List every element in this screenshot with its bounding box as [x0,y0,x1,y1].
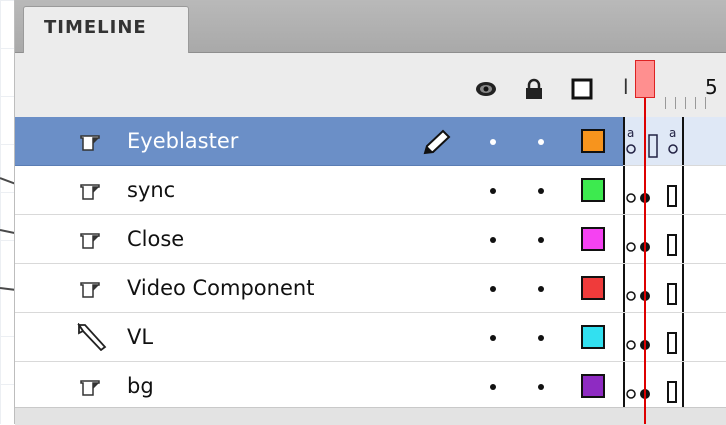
playhead-handle[interactable] [635,60,655,98]
pencil-icon [423,129,451,155]
layer-icon [80,380,100,396]
layer-color-swatch[interactable] [581,276,605,300]
frame-row[interactable] [623,215,726,264]
keyframe-markers [623,313,684,361]
layer-color-swatch[interactable] [581,178,605,202]
frame-number-1: l [623,75,629,99]
lock-dot[interactable] [538,335,544,341]
layer-list: Eyeblaster sync Close Video Component VL… [15,117,625,411]
visibility-dot[interactable] [490,237,496,243]
layer-header: l 5 [15,53,726,117]
playhead-line [644,98,646,424]
layer-icon [80,233,100,249]
visibility-dot[interactable] [490,286,496,292]
visibility-dot[interactable] [490,384,496,390]
layer-name: Close [127,227,185,251]
guide-layer-icon [77,323,107,351]
tab-timeline-label: TIMELINE [44,17,147,38]
layer-icon [80,135,100,151]
outline-icon[interactable] [571,78,593,100]
eye-icon[interactable] [475,78,497,100]
lock-dot[interactable] [538,188,544,194]
tab-timeline[interactable]: TIMELINE [23,6,189,53]
layer-name: sync [127,178,176,202]
frame-row[interactable] [623,313,726,362]
keyframe-markers [623,166,684,214]
frame-row[interactable] [623,166,726,215]
lock-dot[interactable] [538,286,544,292]
layer-row-eyeblaster[interactable]: Eyeblaster [15,117,625,166]
svg-text:a: a [669,126,676,140]
timeline-footer [15,407,726,425]
lock-dot[interactable] [538,139,544,145]
layer-name: VL [127,325,154,349]
layer-color-swatch[interactable] [581,325,605,349]
lock-icon[interactable] [523,78,545,100]
keyframe-markers [623,215,684,263]
lock-dot[interactable] [538,384,544,390]
frame-row[interactable]: a a [623,117,726,166]
layer-row-video-component[interactable]: Video Component [15,264,625,313]
layer-row-bg[interactable]: bg [15,362,625,411]
layer-row-sync[interactable]: sync [15,166,625,215]
frame-row[interactable] [623,362,726,411]
timeline-panel: TIMELINE l 5 Eyeblaster sync Close Video… [14,0,726,425]
frame-ruler-ticks [665,97,713,109]
layer-icon [80,184,100,200]
layer-row-close[interactable]: Close [15,215,625,264]
layer-color-swatch[interactable] [581,129,605,153]
layer-color-swatch[interactable] [581,227,605,251]
keyframe-markers: a a [623,117,684,165]
visibility-dot[interactable] [490,335,496,341]
svg-text:a: a [627,126,634,140]
layer-color-swatch[interactable] [581,374,605,398]
keyframe-markers [623,264,684,312]
layer-icon [80,282,100,298]
layer-name: Video Component [127,276,315,300]
frame-number-5: 5 [705,75,718,99]
visibility-dot[interactable] [490,188,496,194]
layer-row-vl[interactable]: VL [15,313,625,362]
layer-name: bg [127,374,154,398]
frame-grid[interactable]: a a [623,117,726,415]
frame-row[interactable] [623,264,726,313]
tab-strip: TIMELINE [15,0,726,53]
lock-dot[interactable] [538,237,544,243]
keyframe-markers [623,362,684,410]
layer-name: Eyeblaster [127,129,239,153]
visibility-dot[interactable] [490,139,496,145]
